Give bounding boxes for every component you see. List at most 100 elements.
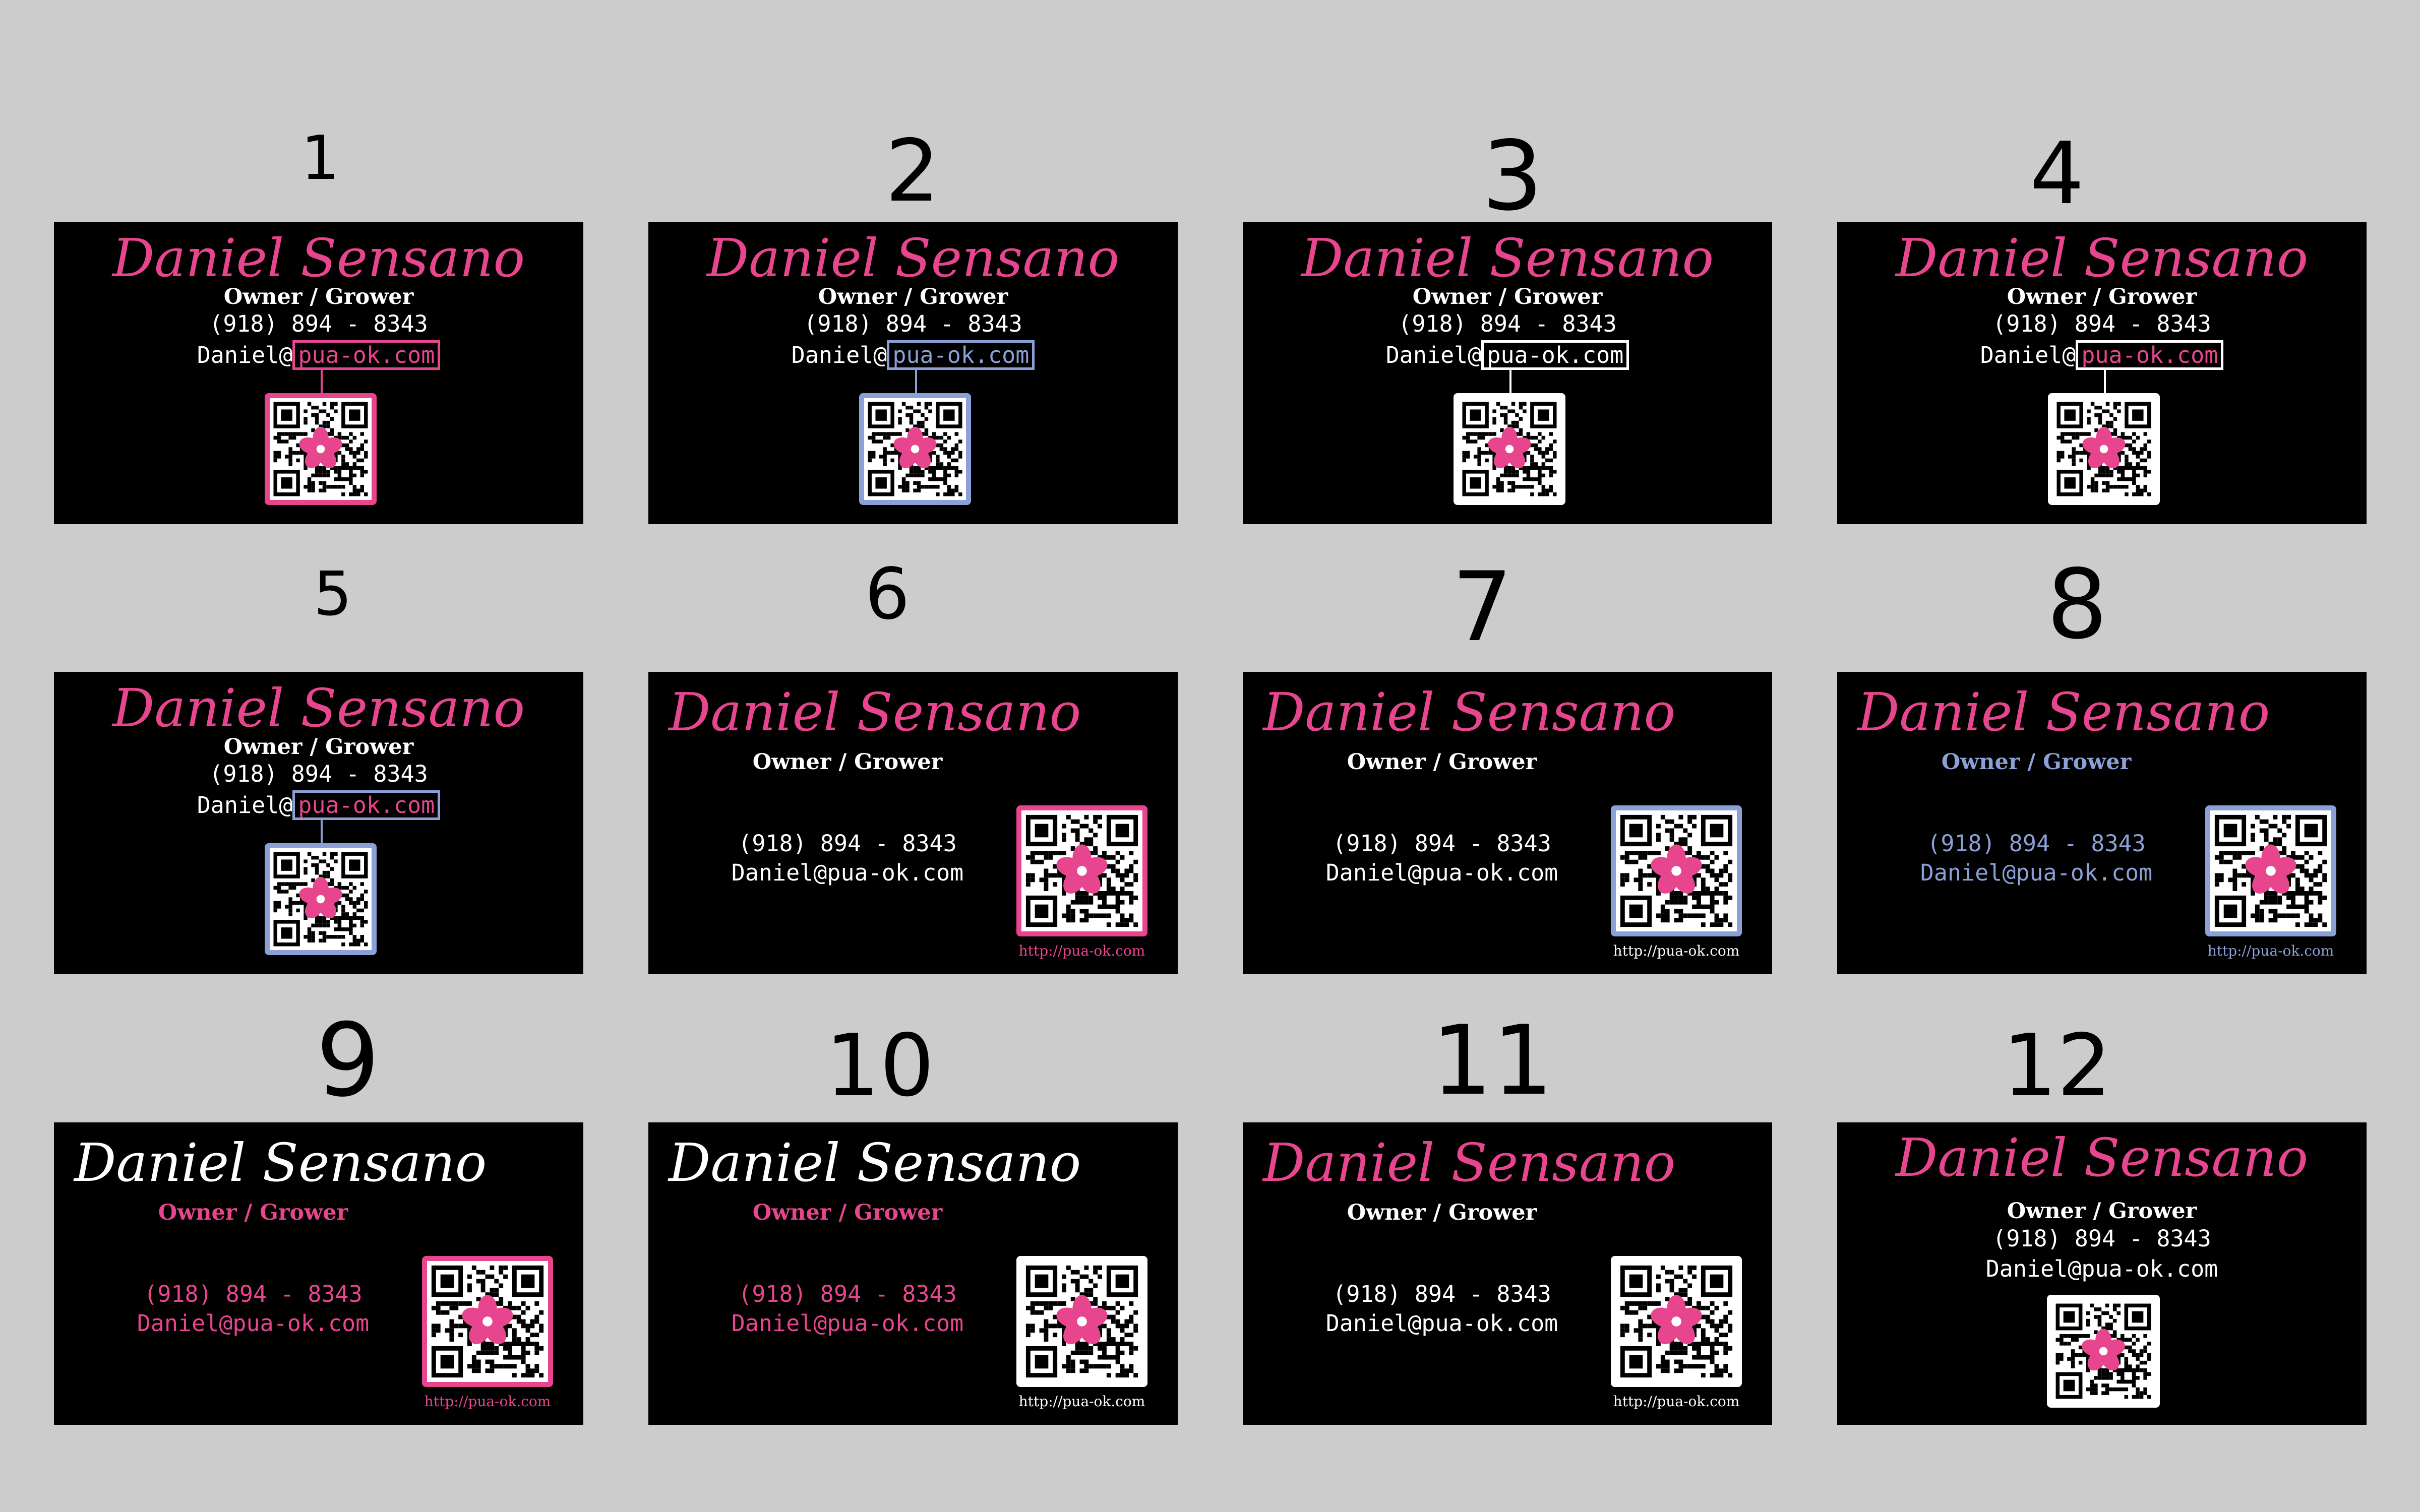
qr-code-icon [2056,402,2151,496]
email-user: Daniel@ [197,342,293,368]
qr-code-icon [273,402,368,496]
card-name: Daniel Sensano [112,677,525,739]
card-email: Daniel@pua-ok.com [1325,1310,1558,1337]
business-card[interactable]: Daniel Sensano Owner / Grower (918) 894 - … [1243,672,1772,974]
qr-code[interactable] [2205,805,2336,936]
card-title: Owner / Grower [752,749,943,775]
card-url[interactable]: http://pua-ok.com [1001,944,1163,958]
qr-code[interactable] [859,393,971,505]
card-phone: (918) 894 - 8343 [738,830,957,857]
qr-code[interactable] [2048,393,2160,505]
card-phone: (918) 894 - 8343 [1333,1281,1551,1307]
qr-code[interactable] [2047,1295,2160,1408]
card-email: Daniel@pua-ok.com [1920,859,2153,886]
card-phone: (918) 894 - 8343 [144,1281,362,1307]
connector-line [321,819,323,844]
card-title: Owner / Grower [1941,749,2132,775]
qr-code[interactable] [1016,1256,1147,1387]
card-url[interactable]: http://pua-ok.com [1596,1395,1757,1409]
qr-code-icon [431,1265,544,1378]
card-number: 11 [1431,1005,1553,1116]
connector-line [915,369,917,394]
card-phone: (918) 894 - 8343 [804,310,1022,337]
business-card[interactable]: Daniel Sensano Owner / Grower (918) 894 - … [1837,672,2367,974]
card-phone: (918) 894 - 8343 [1398,310,1617,337]
card-title: Owner / Grower [223,284,414,309]
email-domain-box: pua-ok.com [292,340,441,370]
card-email: Daniel@pua-ok.com [1243,340,1772,370]
card-name: Daniel Sensano [112,227,525,289]
card-number: 6 [865,553,910,636]
business-card[interactable]: Daniel Sensano Owner / Grower (918) 894 - … [1243,222,1772,524]
qr-code[interactable] [265,843,377,955]
card-title: Owner / Grower [2007,284,2197,309]
card-email: Daniel@pua-ok.com [1985,1255,2218,1282]
card-number: 1 [300,123,340,194]
card-name: Daniel Sensano [669,681,1081,743]
card-name: Daniel Sensano [74,1132,487,1193]
card-url[interactable]: http://pua-ok.com [407,1395,568,1409]
card-name: Daniel Sensano [1263,681,1676,743]
qr-code[interactable] [1611,1256,1742,1387]
business-card[interactable]: Daniel Sensano Owner / Grower (918) 894 - … [54,672,583,974]
card-number: 2 [885,121,940,221]
business-card[interactable]: Daniel Sensano Owner / Grower (918) 894 - … [1243,1122,1772,1425]
qr-code-icon [868,402,962,496]
card-name: Daniel Sensano [1895,1127,2309,1188]
card-title: Owner / Grower [1347,749,1537,775]
email-user: Daniel@ [1980,342,2076,368]
qr-code[interactable] [1611,805,1742,936]
qr-code-icon [1025,814,1138,927]
qr-code-icon [1620,814,1733,927]
card-title: Owner / Grower [752,1200,943,1225]
card-email: Daniel@pua-ok.com [731,1310,964,1337]
qr-code-icon [2055,1303,2151,1399]
card-name: Daniel Sensano [1857,681,2270,743]
card-phone: (918) 894 - 8343 [1333,830,1551,857]
card-phone: (918) 894 - 8343 [209,761,428,787]
qr-code-icon [2214,814,2327,927]
card-url[interactable]: http://pua-ok.com [1001,1395,1163,1409]
card-number: 4 [2029,124,2085,224]
card-email: Daniel@pua-ok.com [54,790,583,820]
qr-code[interactable] [422,1256,553,1387]
qr-code[interactable] [1454,393,1565,505]
business-card[interactable]: Daniel Sensano Owner / Grower (918) 894 - … [648,672,1178,974]
email-domain-box: pua-ok.com [1481,340,1629,370]
card-number: 7 [1451,551,1513,663]
card-email: Daniel@pua-ok.com [1837,340,2367,370]
qr-code[interactable] [1016,805,1147,936]
email-domain-box: pua-ok.com [2076,340,2224,370]
email-user: Daniel@ [791,342,887,368]
business-card[interactable]: Daniel Sensano Owner / Grower (918) 894 - … [1837,1122,2367,1425]
business-card[interactable]: Daniel Sensano Owner / Grower (918) 894 - … [1837,222,2367,524]
card-title: Owner / Grower [818,284,1008,309]
card-email: Daniel@pua-ok.com [137,1310,370,1337]
business-card[interactable]: Daniel Sensano Owner / Grower (918) 894 - … [648,1122,1178,1425]
card-title: Owner / Grower [223,734,414,760]
email-domain-box: pua-ok.com [887,340,1035,370]
card-name: Daniel Sensano [1895,227,2309,289]
card-email: Daniel@pua-ok.com [731,859,964,886]
card-url[interactable]: http://pua-ok.com [1596,944,1757,958]
card-name: Daniel Sensano [1301,227,1714,289]
card-phone: (918) 894 - 8343 [209,310,428,337]
card-name: Daniel Sensano [1263,1132,1676,1193]
qr-code-icon [273,852,368,947]
business-card[interactable]: Daniel Sensano Owner / Grower (918) 894 - … [54,222,583,524]
business-card[interactable]: Daniel Sensano Owner / Grower (918) 894 - … [648,222,1178,524]
card-phone: (918) 894 - 8343 [1992,310,2211,337]
card-phone: (918) 894 - 8343 [1927,830,2146,857]
card-name: Daniel Sensano [706,227,1120,289]
connector-line [2104,369,2106,394]
card-email: Daniel@pua-ok.com [54,340,583,370]
email-user: Daniel@ [1385,342,1482,368]
email-domain-box: pua-ok.com [292,790,441,820]
card-phone: (918) 894 - 8343 [1992,1225,2211,1252]
card-url[interactable]: http://pua-ok.com [2190,944,2351,958]
business-card[interactable]: Daniel Sensano Owner / Grower (918) 894 - … [54,1122,583,1425]
card-email: Daniel@pua-ok.com [648,340,1178,370]
card-name: Daniel Sensano [669,1132,1081,1193]
qr-code[interactable] [265,393,377,505]
connector-line [321,369,323,394]
